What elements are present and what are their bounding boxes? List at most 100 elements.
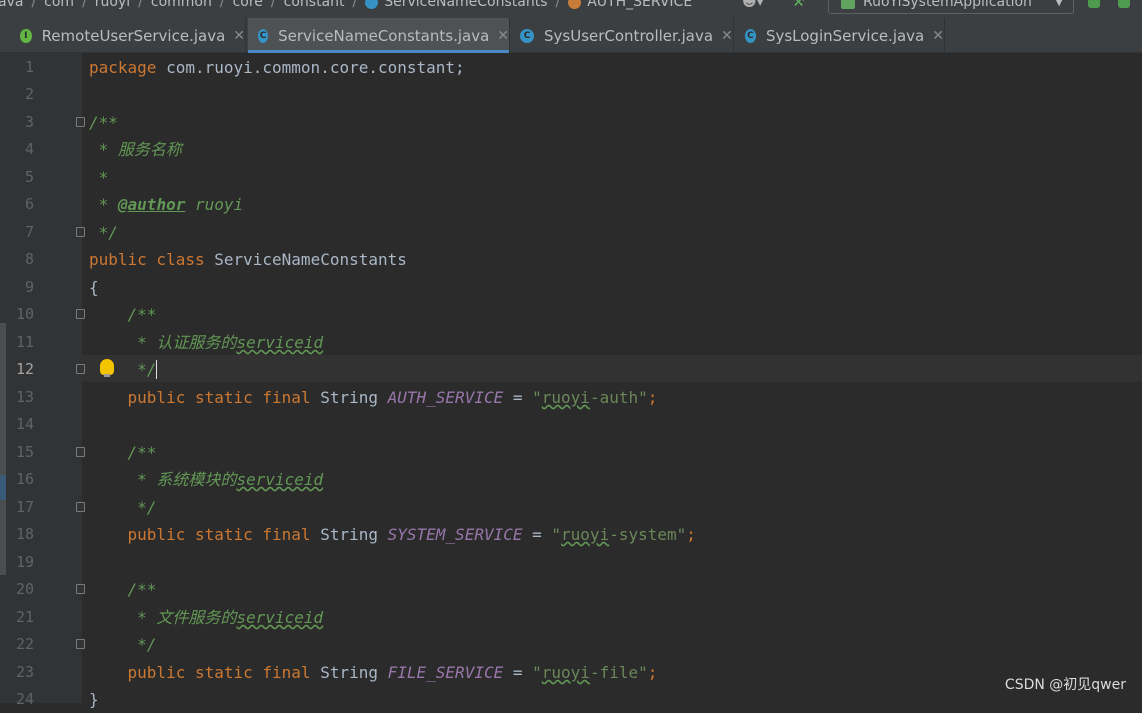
- code-comment: * 系统模块的: [89, 470, 237, 489]
- tab-label: SysUserController.java: [544, 26, 714, 45]
- run-icon[interactable]: [1088, 0, 1106, 11]
- line-number: 20: [15, 580, 34, 598]
- watermark: CSDN @初见qwer: [1004, 677, 1126, 693]
- close-icon[interactable]: ✕: [233, 28, 245, 44]
- code-line[interactable]: 4 * 服务名称: [0, 136, 1142, 163]
- constant-name: AUTH_SERVICE: [387, 388, 504, 407]
- breadcrumb-item[interactable]: ava: [0, 0, 23, 10]
- string-literal: ": [532, 663, 542, 682]
- breadcrumb-item[interactable]: ServiceNameConstants: [384, 0, 547, 10]
- line-number: 4: [24, 140, 34, 158]
- breadcrumb-item[interactable]: AUTH_SERVICE: [587, 0, 692, 10]
- user-icon[interactable]: ☻▾: [742, 0, 772, 11]
- code-comment: /**: [89, 443, 157, 462]
- code-editor[interactable]: 1 package com.ruoyi.common.core.constant…: [0, 53, 1142, 709]
- line-number: 17: [15, 498, 34, 516]
- code-line[interactable]: 7 */: [0, 219, 1142, 246]
- line-number: 5: [24, 168, 34, 186]
- code-line[interactable]: 19: [0, 549, 1142, 576]
- build-hammer-icon[interactable]: ⚒: [792, 0, 812, 11]
- code-line[interactable]: 18 public static final String SYSTEM_SER…: [0, 521, 1142, 548]
- line-number: 10: [15, 305, 34, 323]
- code-comment: *: [89, 195, 118, 214]
- string-literal: -system": [609, 525, 687, 544]
- class-icon: C: [745, 28, 756, 43]
- code-comment: */: [89, 360, 157, 379]
- string-literal: -auth": [589, 388, 648, 407]
- tab-remote-user-service[interactable]: I RemoteUserService.java ✕: [10, 18, 246, 53]
- code-line-current[interactable]: 12 */: [0, 356, 1142, 383]
- fold-icon[interactable]: [76, 447, 85, 457]
- close-icon[interactable]: ✕: [721, 28, 733, 44]
- javadoc-tag: @author: [117, 195, 186, 214]
- code-token: public class: [89, 250, 215, 269]
- code-token: ;: [686, 525, 696, 544]
- breadcrumb-item[interactable]: ruoyi: [95, 0, 130, 10]
- fold-icon[interactable]: [76, 309, 85, 319]
- run-configuration-label: RuoYiSystemApplication: [863, 0, 1032, 10]
- breadcrumb-item[interactable]: core: [233, 0, 263, 10]
- fold-icon[interactable]: [76, 502, 85, 512]
- line-number: 14: [15, 415, 34, 433]
- breadcrumb-separator: /: [555, 0, 561, 10]
- line-number: 22: [15, 635, 34, 653]
- fold-icon[interactable]: [76, 117, 85, 127]
- code-line[interactable]: 15 /**: [0, 439, 1142, 466]
- breadcrumb-item[interactable]: constant: [284, 0, 345, 10]
- code-line[interactable]: 10 /**: [0, 301, 1142, 328]
- code-line[interactable]: 14: [0, 411, 1142, 438]
- line-number: 24: [15, 690, 34, 708]
- code-comment: /**: [89, 580, 157, 599]
- constant-name: SYSTEM_SERVICE: [387, 525, 523, 544]
- code-line[interactable]: 17 */: [0, 494, 1142, 521]
- line-number: 13: [15, 388, 34, 406]
- run-configuration-select[interactable]: RuoYiSystemApplication ▼: [828, 0, 1074, 14]
- close-icon[interactable]: ✕: [497, 28, 509, 44]
- breadcrumb-separator: /: [270, 0, 276, 10]
- breadcrumb: ava / com / ruoyi / common / core / cons…: [0, 0, 692, 11]
- breadcrumb-item[interactable]: com: [44, 0, 74, 10]
- fold-icon[interactable]: [76, 584, 85, 594]
- breadcrumb-separator: /: [31, 0, 37, 10]
- code-line[interactable]: 20 /**: [0, 576, 1142, 603]
- fold-icon[interactable]: [76, 364, 85, 374]
- breadcrumb-separator: /: [138, 0, 143, 10]
- code-line[interactable]: 13 public static final String AUTH_SERVI…: [0, 384, 1142, 411]
- code-token: ;: [647, 388, 658, 407]
- code-line[interactable]: 11 * 认证服务的serviceid: [0, 329, 1142, 356]
- code-line[interactable]: 1 package com.ruoyi.common.core.constant…: [0, 54, 1142, 81]
- code-line[interactable]: 21 * 文件服务的serviceid: [0, 604, 1142, 631]
- tab-sys-user-controller[interactable]: C SysUserController.java ✕: [510, 18, 734, 53]
- string-literal: -file": [589, 663, 648, 682]
- code-token: ServiceNameConstants: [214, 250, 407, 269]
- code-comment: * 文件服务的: [89, 608, 237, 627]
- code-line[interactable]: 22 */: [0, 631, 1142, 658]
- tab-sys-login-service[interactable]: C SysLoginService.java ✕: [735, 18, 945, 53]
- code-line[interactable]: 23 public static final String FILE_SERVI…: [0, 659, 1142, 686]
- close-icon[interactable]: ✕: [932, 28, 944, 44]
- code-line[interactable]: 2: [0, 81, 1142, 108]
- tab-label: SysLoginService.java: [765, 26, 925, 45]
- fold-icon[interactable]: [76, 639, 85, 649]
- breadcrumb-separator: /: [352, 0, 358, 10]
- code-line[interactable]: 9 {: [0, 274, 1142, 301]
- tab-label: ServiceNameConstants.java: [278, 26, 490, 45]
- code-line[interactable]: 16 * 系统模块的serviceid: [0, 466, 1142, 493]
- fold-icon[interactable]: [76, 227, 85, 237]
- line-number: 1: [24, 58, 34, 76]
- code-line[interactable]: 3 /**: [0, 109, 1142, 136]
- debug-icon[interactable]: [1118, 0, 1136, 11]
- code-token: String: [320, 388, 388, 407]
- code-comment: *: [89, 168, 109, 187]
- line-number: 2: [24, 85, 34, 103]
- field-icon: [568, 0, 582, 9]
- breadcrumb-item[interactable]: common: [151, 0, 212, 10]
- code-token: ;: [647, 663, 658, 682]
- code-line[interactable]: 6 * @author ruoyi: [0, 191, 1142, 218]
- code-line[interactable]: 8 public class ServiceNameConstants: [0, 246, 1142, 273]
- chevron-down-icon: ▼: [1055, 0, 1063, 8]
- code-line[interactable]: 5 *: [0, 164, 1142, 191]
- code-line[interactable]: 24 }: [0, 686, 1142, 713]
- tab-service-name-constants[interactable]: C ServiceNameConstants.java ✕: [248, 18, 510, 53]
- typo-word: ruoyi: [561, 525, 610, 544]
